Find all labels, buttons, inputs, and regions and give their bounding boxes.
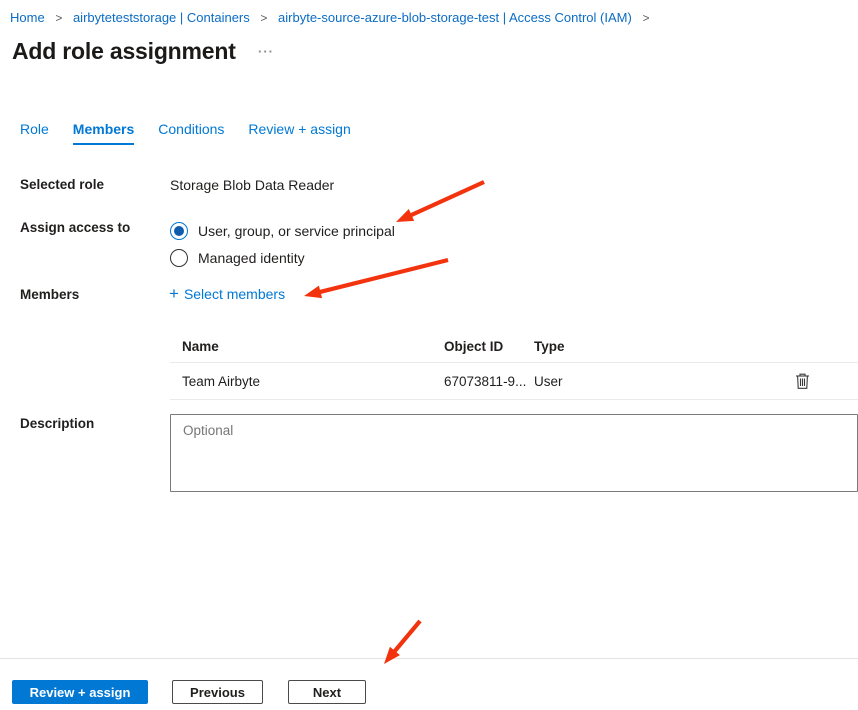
tab-role[interactable]: Role <box>20 121 49 145</box>
page-title: Add role assignment <box>12 38 236 65</box>
table-row: Team Airbyte 67073811-9... User <box>170 363 858 400</box>
member-object-id: 67073811-9... <box>444 374 534 389</box>
radio-unselected-icon <box>170 249 188 267</box>
plus-icon: + <box>169 287 179 301</box>
next-button[interactable]: Next <box>288 680 366 704</box>
breadcrumb-containers[interactable]: airbyteteststorage | Containers <box>73 10 250 25</box>
footer-divider <box>0 658 858 659</box>
assign-access-to-label: Assign access to <box>20 220 130 235</box>
chevron-right-icon: > <box>55 11 62 25</box>
tab-review-assign[interactable]: Review + assign <box>248 121 350 145</box>
assign-access-radio-group: User, group, or service principal Manage… <box>170 217 395 271</box>
radio-label: Managed identity <box>198 250 305 266</box>
review-assign-button[interactable]: Review + assign <box>12 680 148 704</box>
selected-role-label: Selected role <box>20 177 104 192</box>
column-header-type: Type <box>534 339 762 354</box>
tab-members[interactable]: Members <box>73 121 134 145</box>
chevron-right-icon: > <box>260 11 267 25</box>
member-type: User <box>534 374 762 389</box>
delete-member-button[interactable] <box>793 371 812 392</box>
tab-conditions[interactable]: Conditions <box>158 121 224 145</box>
select-members-link[interactable]: + Select members <box>169 286 285 302</box>
description-label: Description <box>20 416 94 431</box>
description-input[interactable] <box>170 414 858 492</box>
member-name: Team Airbyte <box>182 374 444 389</box>
column-header-name: Name <box>182 339 444 354</box>
more-options-button[interactable]: ··· <box>258 44 274 59</box>
previous-button[interactable]: Previous <box>172 680 263 704</box>
column-header-object-id: Object ID <box>444 339 534 354</box>
selected-role-value: Storage Blob Data Reader <box>170 177 334 193</box>
breadcrumb: Home > airbyteteststorage | Containers >… <box>10 10 656 25</box>
members-table: Name Object ID Type Team Airbyte 6707381… <box>170 330 858 400</box>
table-header-row: Name Object ID Type <box>170 330 858 363</box>
breadcrumb-home[interactable]: Home <box>10 10 45 25</box>
trash-icon <box>795 373 810 390</box>
tab-bar: Role Members Conditions Review + assign <box>20 121 351 145</box>
radio-selected-icon <box>170 222 188 240</box>
members-label: Members <box>20 287 79 302</box>
select-members-label: Select members <box>184 286 285 302</box>
radio-label: User, group, or service principal <box>198 223 395 239</box>
radio-managed-identity[interactable]: Managed identity <box>170 244 395 271</box>
radio-user-group-service-principal[interactable]: User, group, or service principal <box>170 217 395 244</box>
chevron-right-icon: > <box>642 11 649 25</box>
breadcrumb-access-control[interactable]: airbyte-source-azure-blob-storage-test |… <box>278 10 632 25</box>
